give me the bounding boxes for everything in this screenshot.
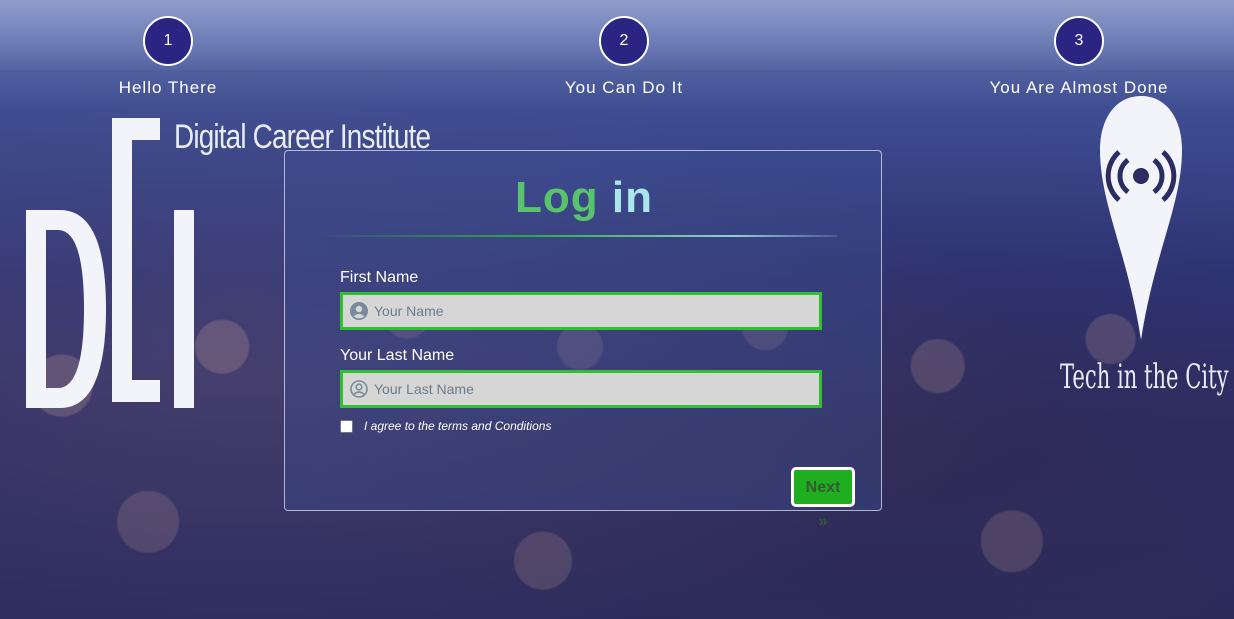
login-form-card: Log in First Name Your Last Name I agree… [284, 150, 883, 530]
form-title-part2: in [611, 173, 653, 222]
title-divider [327, 235, 837, 237]
step-number: 2 [599, 16, 649, 66]
user-filled-icon [350, 302, 368, 320]
progress-step-3: 3 You Are Almost Done [979, 16, 1179, 98]
step-number: 3 [1054, 16, 1104, 66]
first-name-label: First Name [340, 269, 419, 286]
first-name-input[interactable] [374, 303, 819, 319]
tech-in-the-city-logo-text: Tech in the City [1060, 357, 1229, 397]
terms-checkbox[interactable] [340, 419, 353, 433]
form-title-part1: Log [515, 173, 612, 222]
terms-label: I agree to the terms and Conditions [364, 419, 552, 433]
last-name-field-wrapper [340, 370, 822, 408]
progress-step-1: 1 Hello There [68, 16, 268, 98]
form-title: Log in [285, 173, 883, 223]
user-outline-icon [350, 380, 368, 398]
location-pin-icon [1100, 96, 1182, 340]
step-label: Hello There [118, 78, 218, 97]
last-name-label: Your Last Name [340, 347, 455, 364]
step-label: You Can Do It [564, 78, 684, 97]
next-button[interactable]: Next » [791, 467, 855, 530]
step-number: 1 [143, 16, 193, 66]
first-name-field-wrapper [340, 292, 822, 330]
last-name-input[interactable] [374, 381, 819, 397]
terms-row: I agree to the terms and Conditions [340, 419, 551, 433]
progress-step-2: 2 You Can Do It [524, 16, 724, 98]
